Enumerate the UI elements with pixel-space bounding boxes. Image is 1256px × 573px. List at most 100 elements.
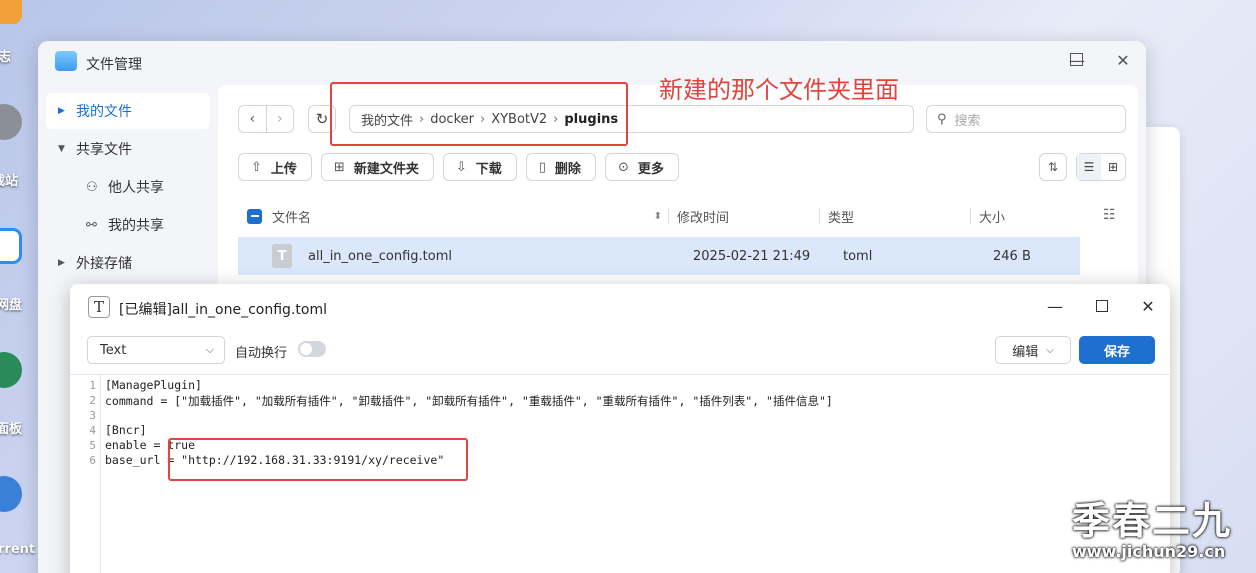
watermark-url: www.jichun29.cn <box>1072 542 1226 561</box>
maximize-button[interactable] <box>1096 300 1108 312</box>
select-all-checkbox[interactable] <box>247 208 262 224</box>
sidebar-item-label: 共享文件 <box>76 142 132 158</box>
nav-buttons: ‹ › <box>238 105 294 133</box>
file-name: all_in_one_config.toml <box>308 248 452 264</box>
column-label: 类型 <box>828 210 855 226</box>
folder-app-icon <box>55 51 77 71</box>
sidebar: ▶ 我的文件 ▼ 共享文件 ⚇ 他人共享 ⚯ 我的共享 ▶ 外接存储 <box>46 93 210 283</box>
more-button[interactable]: ⊙ 更多 <box>604 153 679 181</box>
desktop-app-label: 网盘 <box>0 298 23 313</box>
annotation-text: 新建的那个文件夹里面 <box>659 76 899 104</box>
syntax-value: Text <box>100 342 127 358</box>
desktop-app-icon[interactable] <box>0 352 22 388</box>
desktop-app-icon[interactable] <box>0 228 22 264</box>
download-label: 下载 <box>475 161 502 177</box>
close-icon[interactable]: ✕ <box>1111 51 1135 70</box>
search-icon: ⚲ <box>937 111 947 127</box>
users-icon: ⚇ <box>86 179 98 195</box>
delete-button[interactable]: ▯ 删除 <box>525 153 596 181</box>
column-type[interactable]: 类型 <box>828 207 970 226</box>
chevron-down-icon: ⌵ <box>1046 344 1054 356</box>
back-icon[interactable]: ‹ <box>239 106 266 132</box>
save-button[interactable]: 保存 <box>1079 336 1155 364</box>
watermark-title: 季春二九 <box>1072 499 1233 543</box>
expand-arrow-icon: ▶ <box>58 106 65 116</box>
more-label: 更多 <box>637 161 664 177</box>
column-name[interactable]: 文件名 ⬍ <box>272 207 668 226</box>
desktop-app-label: 志 <box>0 50 12 65</box>
line-number: 5 <box>89 439 96 452</box>
annotation-box-breadcrumb <box>330 82 628 146</box>
desktop-app-icon[interactable] <box>0 476 22 512</box>
upload-button[interactable]: ⇧ 上传 <box>238 153 312 181</box>
sidebar-item-label: 我的共享 <box>108 218 164 234</box>
new-folder-label: 新建文件夹 <box>353 161 419 177</box>
editor-window: T [已编辑]all_in_one_config.toml — ✕ Text ⌵… <box>70 284 1170 573</box>
sort-icon[interactable]: ⇅ <box>1039 153 1067 181</box>
line-number: 6 <box>89 454 96 467</box>
column-modified[interactable]: 修改时间 <box>677 207 819 226</box>
column-label: 修改时间 <box>677 210 730 226</box>
column-label: 大小 <box>979 210 1006 226</box>
column-settings-icon[interactable]: ☷ <box>1103 207 1116 223</box>
edit-menu-button[interactable]: 编辑 ⌵ <box>995 336 1071 364</box>
list-view-icon[interactable]: ☰ <box>1077 154 1101 180</box>
search-placeholder: 搜索 <box>954 113 981 129</box>
line-number: 1 <box>89 379 96 392</box>
sidebar-item-label: 外接存储 <box>76 256 132 272</box>
code-line: [ManagePlugin] <box>105 378 202 392</box>
table-row[interactable]: T all_in_one_config.toml 2025-02-21 21:4… <box>238 237 1080 275</box>
word-wrap-toggle[interactable] <box>298 341 326 357</box>
edit-label: 编辑 <box>1012 344 1039 360</box>
new-folder-icon: ⊞ <box>333 159 345 175</box>
sidebar-item-shared-files[interactable]: ▼ 共享文件 <box>46 131 210 167</box>
syntax-select[interactable]: Text ⌵ <box>87 336 225 364</box>
close-icon[interactable]: ✕ <box>1136 297 1160 316</box>
code-line: [Bncr] <box>105 423 147 437</box>
desktop-app-icon[interactable] <box>0 104 22 140</box>
annotation-box-base-url <box>168 438 468 481</box>
more-icon: ⊙ <box>617 159 629 175</box>
delete-label: 删除 <box>554 161 581 177</box>
file-size: 246 B <box>993 248 1031 264</box>
desktop-app-label: 面板 <box>0 422 23 437</box>
expand-arrow-icon: ▶ <box>58 258 65 268</box>
table-header: 文件名 ⬍ 修改时间 类型 大小 <box>238 201 1080 231</box>
watermark: 季春二九 www.jichun29.cn <box>1072 500 1232 561</box>
file-modified: 2025-02-21 21:49 <box>693 248 811 264</box>
sidebar-item-my-shares[interactable]: ⚯ 我的共享 <box>46 207 210 243</box>
desktop-app-label: 载站 <box>0 174 19 189</box>
upload-label: 上传 <box>270 161 297 177</box>
minimize-icon[interactable]: — <box>1043 297 1067 316</box>
window-title: 文件管理 <box>86 57 142 73</box>
desktop-app-icon[interactable] <box>0 0 22 24</box>
editor-title: [已编辑]all_in_one_config.toml <box>119 302 327 318</box>
sidebar-item-my-files[interactable]: ▶ 我的文件 <box>46 93 210 129</box>
sidebar-item-external-storage[interactable]: ▶ 外接存储 <box>46 245 210 281</box>
maximize-button[interactable] <box>1070 53 1083 66</box>
collapse-arrow-icon: ▼ <box>58 144 65 154</box>
toolbar: ⇧ 上传 ⊞ 新建文件夹 ⇩ 下载 ▯ 删除 ⊙ 更多 <box>238 153 679 181</box>
line-number: 2 <box>89 394 96 407</box>
download-icon: ⇩ <box>455 159 467 175</box>
text-file-icon: T <box>88 296 110 318</box>
chevron-down-icon: ⌵ <box>205 343 214 356</box>
upload-icon: ⇧ <box>251 159 262 175</box>
search-input[interactable]: ⚲ 搜索 <box>926 105 1126 133</box>
forward-icon[interactable]: › <box>265 106 294 132</box>
grid-view-icon[interactable]: ⊞ <box>1101 154 1125 180</box>
column-label: 文件名 <box>272 210 312 226</box>
sidebar-item-label: 他人共享 <box>108 180 164 196</box>
file-type: toml <box>843 248 873 264</box>
column-size[interactable]: 大小 <box>979 207 1059 226</box>
download-button[interactable]: ⇩ 下载 <box>442 153 517 181</box>
view-toggle: ☰ ⊞ <box>1076 153 1126 181</box>
sidebar-item-shared-with-me[interactable]: ⚇ 他人共享 <box>46 169 210 205</box>
sort-arrows-icon: ⬍ <box>653 210 662 222</box>
line-number: 4 <box>89 424 96 437</box>
code-line: command = ["加载插件", "加载所有插件", "卸载插件", "卸载… <box>105 394 833 408</box>
line-gutter: 1 2 3 4 5 6 <box>70 375 101 573</box>
new-folder-button[interactable]: ⊞ 新建文件夹 <box>320 153 434 181</box>
word-wrap-label: 自动换行 <box>235 346 288 361</box>
desktop-app-label: rrent <box>0 542 36 557</box>
